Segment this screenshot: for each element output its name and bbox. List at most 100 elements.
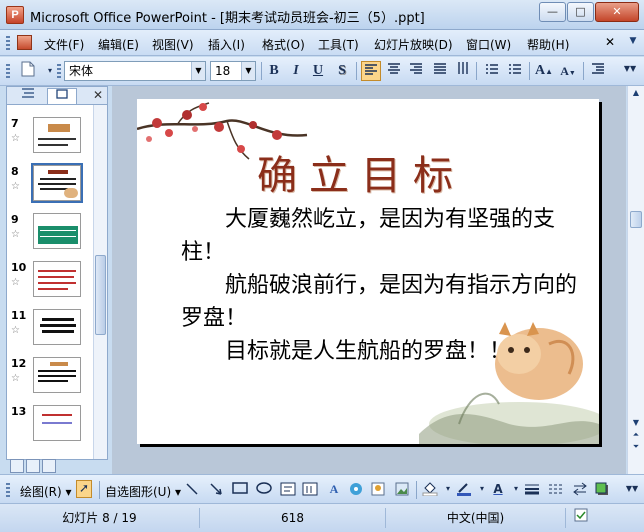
font-size-combo[interactable]: 18 ▼: [210, 61, 256, 81]
slide-title[interactable]: 确立目标: [257, 143, 465, 201]
previous-slide-icon[interactable]: ⏶: [630, 430, 642, 442]
toolbar-options-icon[interactable]: ▼▼: [624, 482, 640, 496]
oval-tool-icon[interactable]: [256, 482, 272, 496]
menu-edit[interactable]: 编辑(E): [98, 36, 139, 53]
wordart-icon[interactable]: A: [326, 482, 342, 496]
indent-button[interactable]: [588, 61, 608, 81]
arrow-tool-icon[interactable]: [208, 482, 224, 496]
toolbar-grip-2[interactable]: [57, 64, 61, 78]
font-color-icon[interactable]: A: [490, 482, 506, 496]
insert-picture-icon[interactable]: [394, 482, 410, 496]
menu-help[interactable]: 帮助(H): [527, 36, 569, 53]
new-document-icon[interactable]: [18, 61, 38, 81]
slide-vertical-scrollbar[interactable]: ▲ ▼ ⏶ ⏷: [627, 86, 644, 474]
slide-thumbnail-row[interactable]: 8 ☆: [7, 163, 93, 211]
shadow-style-icon[interactable]: [594, 482, 610, 496]
select-pointer-icon[interactable]: ➚: [76, 480, 92, 498]
align-center-button[interactable]: [384, 61, 404, 81]
grow-font-button[interactable]: A▲: [534, 61, 554, 81]
align-left-button[interactable]: [361, 61, 381, 81]
scroll-down-icon[interactable]: ▼: [630, 418, 642, 430]
distribute-button[interactable]: [430, 61, 450, 81]
thumb-text-line: [40, 178, 76, 180]
fill-color-icon[interactable]: [422, 482, 438, 497]
document-icon[interactable]: [17, 35, 32, 50]
align-right-button[interactable]: [406, 61, 426, 81]
next-slide-icon[interactable]: ⏷: [630, 442, 642, 454]
numbering-button[interactable]: [482, 61, 502, 81]
scroll-up-icon[interactable]: ▲: [630, 88, 642, 100]
underline-button[interactable]: U: [308, 61, 328, 81]
line-style-icon[interactable]: [524, 482, 540, 496]
scrollbar-thumb[interactable]: [630, 211, 642, 228]
chevron-down-icon[interactable]: ▼: [626, 36, 640, 50]
slide-thumbnail-row[interactable]: 13: [7, 405, 93, 451]
separator: [261, 62, 262, 80]
maximize-button[interactable]: □: [567, 2, 594, 22]
slides-pane-scrollbar[interactable]: [93, 105, 107, 459]
clipart-icon[interactable]: [370, 482, 386, 496]
slide-thumbnail[interactable]: [33, 213, 81, 249]
drawbar-grip[interactable]: [6, 483, 10, 497]
font-size-dropdown-icon[interactable]: ▼: [241, 62, 255, 80]
close-document-icon[interactable]: ✕: [605, 35, 615, 49]
menu-slideshow[interactable]: 幻灯片放映(D): [374, 36, 453, 53]
italic-button[interactable]: I: [286, 61, 306, 81]
slide-thumbnail-row[interactable]: 9 ☆: [7, 213, 93, 259]
draw-menu-button[interactable]: 绘图(R) ▾: [20, 483, 72, 500]
slide-thumbnail[interactable]: [33, 261, 81, 297]
minimize-button[interactable]: —: [539, 2, 566, 22]
powerpoint-app-icon[interactable]: P: [6, 6, 24, 24]
menu-insert[interactable]: 插入(I): [208, 36, 245, 53]
diagram-icon[interactable]: [348, 482, 364, 496]
toolbar-grip[interactable]: [6, 64, 10, 78]
menu-grip[interactable]: [6, 36, 10, 50]
line-color-dropdown-icon[interactable]: ▾: [474, 482, 490, 496]
slide-sorter-view-icon[interactable]: [26, 459, 40, 473]
line-color-icon[interactable]: [456, 482, 472, 496]
menu-window[interactable]: 窗口(W): [466, 36, 511, 53]
close-button[interactable]: ✕: [595, 2, 639, 22]
textbox-tool-icon[interactable]: [280, 482, 296, 496]
line-tool-icon[interactable]: [184, 482, 200, 496]
slide-thumbnail[interactable]: [33, 405, 81, 441]
dash-style-icon[interactable]: [548, 482, 564, 496]
slide-thumbnail[interactable]: [33, 117, 81, 153]
slide-thumbnail-row[interactable]: 11 ☆: [7, 309, 93, 355]
slide-thumbnail[interactable]: [33, 309, 81, 345]
bold-button[interactable]: B: [264, 61, 284, 81]
arrow-style-icon[interactable]: [572, 482, 588, 496]
font-color-dropdown-icon[interactable]: ▾: [508, 482, 524, 496]
slide-thumbnail-row[interactable]: 10 ☆: [7, 261, 93, 307]
vertical-text-button[interactable]: [453, 61, 473, 81]
fill-color-dropdown-icon[interactable]: ▾: [440, 482, 456, 496]
bullets-button[interactable]: [505, 61, 525, 81]
slide-body-text[interactable]: 大厦巍然屹立，是因为有坚强的支柱！ 航船破浪前行，是因为有指示方向的罗盘！ 目标…: [181, 203, 591, 368]
menu-format[interactable]: 格式(O): [262, 36, 305, 53]
slide-thumbnail-row[interactable]: 12 ☆: [7, 357, 93, 403]
menu-file[interactable]: 文件(F): [44, 36, 84, 53]
rectangle-tool-icon[interactable]: [232, 482, 248, 496]
close-pane-icon[interactable]: ✕: [93, 88, 103, 102]
shadow-button[interactable]: S: [332, 61, 352, 81]
slide-thumbnail-selected[interactable]: [31, 163, 83, 203]
spelling-status-icon[interactable]: [566, 508, 596, 528]
slideshow-view-icon[interactable]: [42, 459, 56, 473]
slide-editing-area: 确立目标 大厦巍然屹立，是因为有坚强的支柱！ 航船破浪前行，是因为有指示方向的罗…: [112, 86, 626, 474]
slide-thumbnail-row[interactable]: 7 ☆: [7, 117, 93, 163]
shrink-font-button[interactable]: A▼: [558, 61, 578, 81]
current-slide[interactable]: 确立目标 大厦巍然屹立，是因为有坚强的支柱！ 航船破浪前行，是因为有指示方向的罗…: [137, 99, 599, 444]
vertical-textbox-tool-icon[interactable]: [302, 482, 318, 496]
tab-slides[interactable]: [47, 88, 77, 104]
autoshapes-menu-button[interactable]: 自选图形(U) ▾: [105, 483, 181, 500]
font-name-combo[interactable]: 宋体 ▼: [64, 61, 206, 81]
toolbar-options-icon[interactable]: ▼▼: [622, 59, 638, 79]
scrollbar-thumb[interactable]: [95, 255, 106, 335]
menu-tools[interactable]: 工具(T): [318, 36, 359, 53]
normal-view-icon[interactable]: [10, 459, 24, 473]
thumb-text-line: [38, 276, 74, 278]
menu-view[interactable]: 视图(V): [152, 36, 194, 53]
font-name-dropdown-icon[interactable]: ▼: [191, 62, 205, 80]
slide-thumbnail[interactable]: [33, 357, 81, 393]
tab-outline[interactable]: [13, 88, 43, 104]
